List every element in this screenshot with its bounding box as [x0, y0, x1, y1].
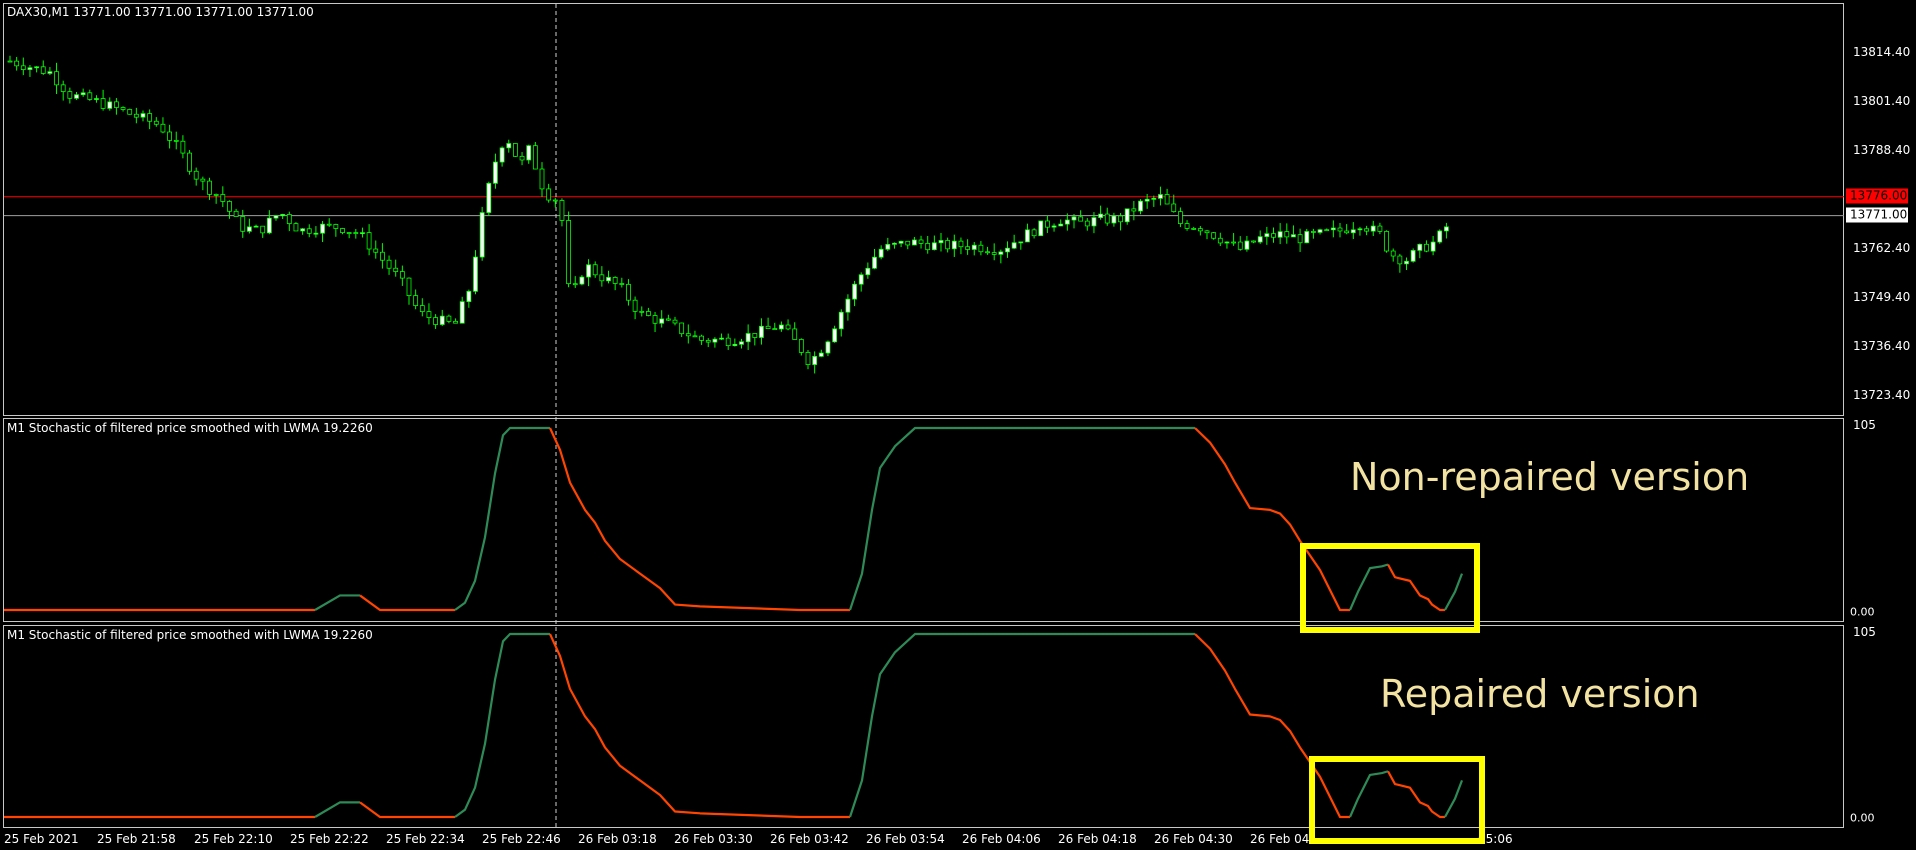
indicator-1-title: M1 Stochastic of filtered price smoothed… — [7, 421, 373, 435]
indicator-2-title: M1 Stochastic of filtered price smoothed… — [7, 628, 373, 642]
annotation-repaired: Repaired version — [1380, 672, 1700, 716]
chart-window[interactable]: DAX30,M1 13771.00 13771.00 13771.00 1377… — [0, 0, 1916, 850]
time-label: 25 Feb 22:22 — [290, 832, 369, 846]
ask-price-tag: 13776.00 — [1846, 188, 1908, 204]
time-label: 25 Feb 22:10 — [194, 832, 273, 846]
indicator-pane-1[interactable] — [3, 418, 1844, 622]
symbol-header: DAX30,M1 13771.00 13771.00 13771.00 1377… — [7, 5, 314, 19]
time-label: 25 Feb 21:58 — [97, 832, 176, 846]
time-label: 26 Feb 03:18 — [578, 832, 657, 846]
time-label: 25 Feb 22:34 — [386, 832, 465, 846]
ind1-max-label: 105 — [1853, 418, 1876, 432]
annotation-non-repaired: Non-repaired version — [1350, 455, 1750, 499]
y-tick: 13723.40 — [1853, 388, 1911, 402]
time-label: 26 Feb 04 — [1250, 832, 1310, 846]
ind2-zero-label: 0.00 — [1850, 811, 1875, 825]
time-label: 25 Feb 2021 — [4, 832, 79, 846]
bid-price-tag: 13771.00 — [1846, 207, 1908, 223]
time-label: 26 Feb 03:54 — [866, 832, 945, 846]
y-tick: 13762.40 — [1853, 241, 1911, 255]
time-label: 26 Feb 04:06 — [962, 832, 1041, 846]
y-tick: 13788.40 — [1853, 143, 1911, 157]
time-label: 25 Feb 22:46 — [482, 832, 561, 846]
time-label: 26 Feb 03:42 — [770, 832, 849, 846]
ind2-max-label: 105 — [1853, 625, 1876, 639]
time-label: 26 Feb 03:30 — [674, 832, 753, 846]
time-label: 05:06 — [1478, 832, 1513, 846]
y-tick: 13801.40 — [1853, 94, 1911, 108]
indicator-pane-2[interactable] — [3, 625, 1844, 828]
y-tick: 13814.40 — [1853, 45, 1911, 59]
time-label: 26 Feb 04:30 — [1154, 832, 1233, 846]
time-label: 26 Feb 04:18 — [1058, 832, 1137, 846]
y-tick: 13749.40 — [1853, 290, 1911, 304]
ind1-zero-label: 0.00 — [1850, 605, 1875, 619]
y-tick: 13736.40 — [1853, 339, 1911, 353]
price-pane[interactable] — [3, 3, 1844, 416]
